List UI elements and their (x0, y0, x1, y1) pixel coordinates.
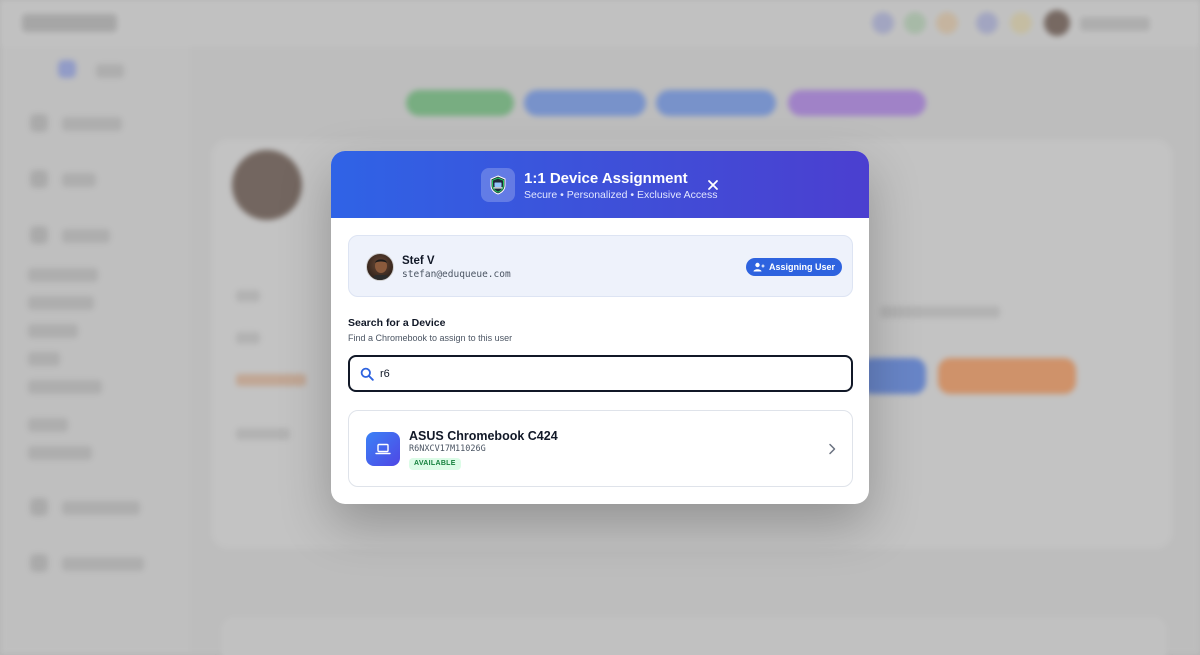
modal-title: 1:1 Device Assignment (524, 170, 688, 187)
chevron-right-icon (829, 443, 836, 455)
device-name: ASUS Chromebook C424 (409, 429, 558, 443)
status-badge: AVAILABLE (409, 458, 461, 470)
badge-label: Assigning User (769, 262, 836, 272)
laptop-icon (366, 432, 400, 466)
search-section-title: Search for a Device (348, 317, 446, 329)
user-email: stefan@eduqueue.com (402, 269, 511, 280)
modal-subtitle: Secure • Personalized • Exclusive Access (524, 189, 718, 201)
avatar (366, 253, 394, 281)
device-serial: R6NXCV17M11026G (409, 444, 486, 454)
selected-user-card: Stef V stefan@eduqueue.com Assigning Use… (348, 235, 853, 297)
device-assignment-modal: 1:1 Device Assignment Secure • Personali… (331, 151, 869, 504)
close-icon (708, 180, 718, 190)
search-icon (360, 367, 374, 381)
search-section-subtitle: Find a Chromebook to assign to this user (348, 333, 513, 343)
search-field[interactable] (348, 355, 853, 392)
assigning-user-badge: Assigning User (746, 258, 843, 276)
device-result-item[interactable]: ASUS Chromebook C424 R6NXCV17M11026G AVA… (348, 410, 853, 487)
user-plus-icon (753, 262, 765, 272)
user-name: Stef V (402, 255, 435, 267)
modal-header: 1:1 Device Assignment Secure • Personali… (331, 151, 869, 218)
shield-device-icon (481, 168, 515, 202)
close-button[interactable] (705, 177, 721, 193)
search-input[interactable] (380, 366, 840, 382)
